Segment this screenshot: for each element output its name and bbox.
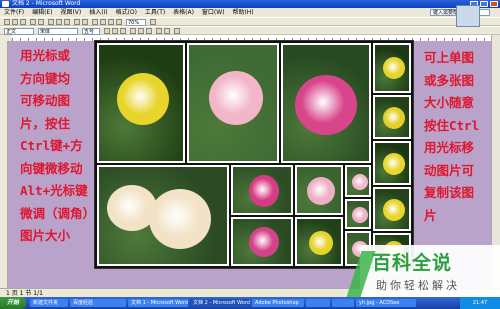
align-right-icon[interactable] [146,28,152,34]
redo-icon[interactable] [82,19,88,25]
taskbar-item[interactable]: 文档 1 - Microsoft Word [128,299,188,307]
help-icon[interactable] [150,19,156,25]
photo-pink-rose[interactable] [187,43,279,163]
hyperlink-icon[interactable] [92,19,98,25]
formatting-toolbar: 正文 宋体 五号 [0,26,500,35]
photo-yellow-rose[interactable] [97,43,185,163]
instruction-line: 片，按住 [20,115,71,131]
menu-edit[interactable]: 编辑(E) [32,9,52,16]
photo-small-yellow-rose[interactable] [373,141,411,185]
watermark-subtitle: 助你轻松解决 [376,279,460,292]
photo-pink-rose-tiny[interactable] [345,165,371,197]
status-text: 1 页 1 节 1/1 [6,290,43,297]
font-size-combo[interactable]: 五号 [82,28,100,35]
instruction-line: 方向键均 [20,70,71,86]
table-icon[interactable] [100,19,106,25]
photo-small-yellow-rose[interactable] [373,187,411,231]
title-bar: 文档 2 - Microsoft Word [0,0,500,8]
close-button[interactable] [490,1,498,7]
instruction-line: 可上单图 [424,50,475,65]
instruction-line: Alt+光标键 [20,183,88,198]
taskbar-item[interactable]: 新建文件夹 [30,299,68,307]
font-combo[interactable]: 宋体 [38,28,78,35]
instruction-line: 按住Ctrl [424,117,480,133]
taskbar-item[interactable] [306,299,330,307]
menu-tools[interactable]: 工具(T) [145,9,165,16]
instruction-line: 复制该图 [424,185,475,200]
word-app-icon [2,1,9,7]
align-center-icon[interactable] [138,28,144,34]
instruction-line: 微调（调角） [20,205,96,221]
right-instructions: 可上单图 或多张图 大小随意 按住Ctrl 用光标移 动图片可 复制该图 片 [424,47,479,227]
photo-magenta-rose-small[interactable] [231,165,293,215]
bold-icon[interactable] [104,28,110,34]
copy-icon[interactable] [56,19,62,25]
photo-yellow-rose-small[interactable] [295,217,343,266]
instruction-line: 大小随意 [424,95,475,110]
menu-format[interactable]: 格式(O) [116,9,137,16]
menu-view[interactable]: 视图(V) [60,9,81,16]
system-clock: 21:47 [460,297,500,309]
window-title: 文档 2 - Microsoft Word [12,0,81,7]
taskbar-item[interactable]: yh.jpg - ACDSee [356,299,416,307]
standard-toolbar: 70% [0,17,500,26]
photo-small-yellow-rose[interactable] [373,43,411,93]
office-logo [456,5,480,27]
watermark: 百科全说 助你轻松解决 [346,245,500,297]
instruction-line: 向键微移动 [20,160,83,176]
taskbar-item[interactable]: 百度经验 [70,299,126,307]
instruction-line: 可移动图 [20,93,71,108]
photo-magenta-rose[interactable] [281,43,371,163]
undo-icon[interactable] [74,19,80,25]
taskbar-item[interactable] [332,299,354,307]
instruction-line: 用光标移 [424,140,475,155]
menu-insert[interactable]: 插入(I) [89,9,107,16]
photo-collage [94,40,414,269]
instruction-line: 动图片可 [424,162,475,178]
watermark-title: 百科全说 [372,252,453,274]
instruction-line: 或多张图 [424,72,475,88]
menu-help[interactable]: 帮助(H) [232,9,253,16]
instruction-line: 用光标或 [20,48,71,63]
underline-icon[interactable] [120,28,126,34]
new-document-icon[interactable] [4,19,10,25]
align-left-icon[interactable] [130,28,136,34]
open-icon[interactable] [12,19,18,25]
vertical-ruler [0,41,8,297]
style-combo[interactable]: 正文 [4,28,34,35]
photo-small-yellow-rose[interactable] [373,95,411,139]
bullets-icon[interactable] [164,28,170,34]
photo-white-roses[interactable] [97,165,229,266]
left-instructions: 用光标或 方向键均 可移动图 片，按住 Ctrl键+方 向键微移动 Alt+光标… [20,45,95,248]
instruction-line: 片 [424,207,437,223]
start-button[interactable]: 开始 [0,297,26,309]
menu-table[interactable]: 表格(A) [173,9,194,16]
italic-icon[interactable] [112,28,118,34]
font-color-icon[interactable] [174,28,180,34]
print-icon[interactable] [30,19,36,25]
numbering-icon[interactable] [156,28,162,34]
columns-icon[interactable] [108,19,114,25]
cut-icon[interactable] [48,19,54,25]
drawing-icon[interactable] [116,19,122,25]
paste-icon[interactable] [64,19,70,25]
taskbar: 开始 新建文件夹 百度经验 文档 1 - Microsoft Word 文档 2… [0,297,500,309]
photo-pink-rose-small[interactable] [295,165,343,215]
menu-file[interactable]: 文件(F) [4,9,24,16]
maximize-button[interactable] [480,1,488,7]
zoom-combo[interactable]: 70% [126,19,146,26]
print-preview-icon[interactable] [38,19,44,25]
taskbar-item-active[interactable]: 文档 2 - Microsoft Word [190,299,250,307]
instruction-line: Ctrl键+方 [20,138,83,153]
taskbar-item[interactable]: Adobe Photoshop [252,299,304,307]
photo-magenta-rose-small[interactable] [231,217,293,266]
menu-bar: 文件(F) 编辑(E) 视图(V) 插入(I) 格式(O) 工具(T) 表格(A… [0,8,500,17]
save-icon[interactable] [20,19,26,25]
instruction-line: 图片大小 [20,228,71,243]
menu-window[interactable]: 窗口(W) [202,9,225,16]
photo-pink-rose-tiny[interactable] [345,199,371,229]
